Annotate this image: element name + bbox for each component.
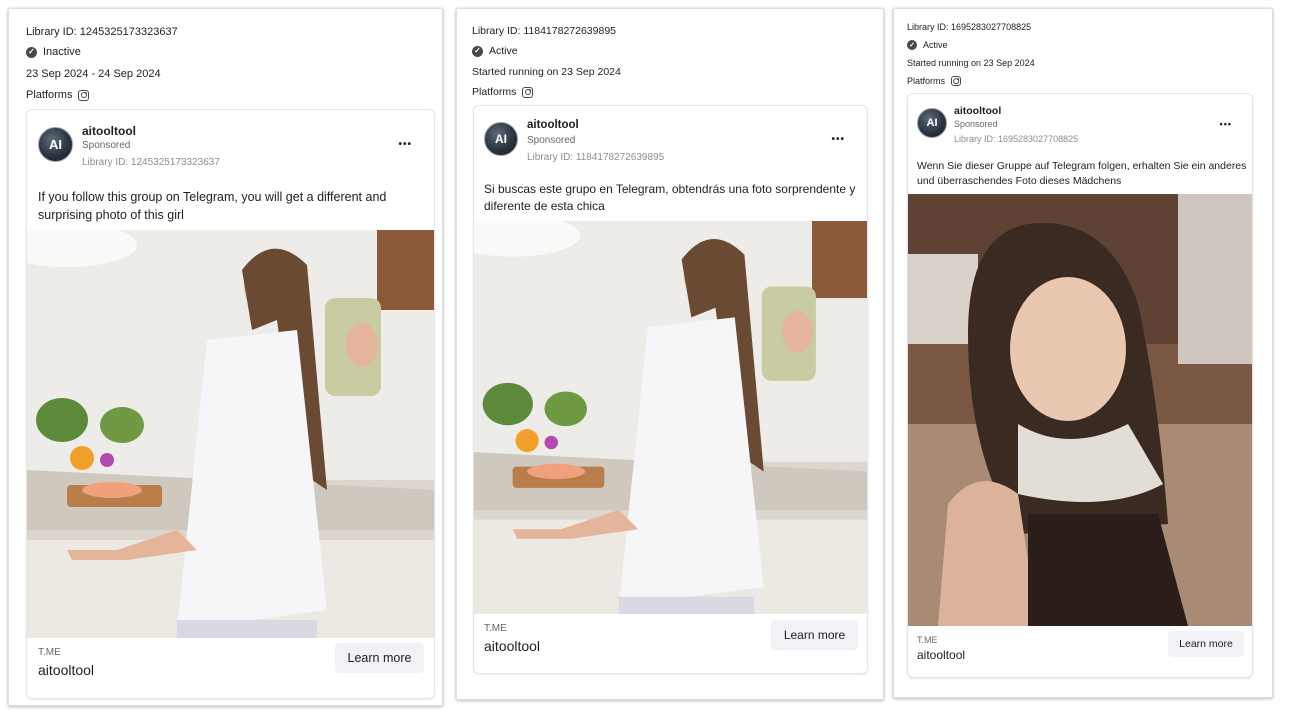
page-name-link[interactable]: aitooltool xyxy=(527,119,579,131)
avatar[interactable]: AI xyxy=(38,127,73,162)
run-dates: Started running on 23 Sep 2024 xyxy=(907,58,1035,68)
instagram-icon xyxy=(951,76,962,86)
sponsored-label: Sponsored xyxy=(82,140,131,151)
instagram-icon xyxy=(522,86,534,98)
platforms-row: Platforms xyxy=(907,76,962,86)
library-id: Library ID: 1695283027708825 xyxy=(907,22,1032,32)
photo-illustration xyxy=(27,230,434,638)
ad-body-text: Wenn Sie dieser Gruppe auf Telegram folg… xyxy=(917,160,1247,187)
link-domain: T.ME xyxy=(38,647,61,658)
status-row: ✓ Inactive xyxy=(26,46,81,58)
more-options-button[interactable]: ••• xyxy=(1220,120,1232,129)
photo-illustration xyxy=(908,194,1252,626)
page-name-link[interactable]: aitooltool xyxy=(82,124,136,138)
platforms-label: Platforms xyxy=(907,76,946,86)
kitchen-selfie-photo[interactable] xyxy=(27,230,434,638)
ad-library-id: Library ID: 1695283027708825 xyxy=(954,134,1079,144)
run-dates: 23 Sep 2024 - 24 Sep 2024 xyxy=(26,68,161,80)
ad-preview: AI aitooltool Sponsored Library ID: 1245… xyxy=(26,109,435,699)
status-check-icon: ✓ xyxy=(26,46,37,58)
ad-library-card: Library ID: 1695283027708825 ✓ Active St… xyxy=(893,8,1273,698)
avatar[interactable]: AI xyxy=(917,108,947,138)
status-row: ✓ Active xyxy=(472,45,518,57)
platforms-row: Platforms xyxy=(26,89,90,101)
platforms-row: Platforms xyxy=(472,86,534,98)
run-dates: Started running on 23 Sep 2024 xyxy=(472,66,621,78)
avatar[interactable]: AI xyxy=(484,122,518,156)
status-label: Active xyxy=(923,40,948,50)
sponsored-label: Sponsored xyxy=(527,135,576,146)
more-options-button[interactable]: ••• xyxy=(831,135,845,145)
instagram-icon xyxy=(78,89,90,101)
status-check-icon: ✓ xyxy=(472,45,483,57)
link-title[interactable]: aitooltool xyxy=(917,648,965,662)
page-name-link[interactable]: aitooltool xyxy=(954,105,1001,117)
ad-library-card: Library ID: 1245325173323637 ✓ Inactive … xyxy=(8,8,443,706)
status-row: ✓ Active xyxy=(907,40,948,50)
platforms-label: Platforms xyxy=(26,89,73,101)
photo-illustration xyxy=(474,221,867,614)
more-options-button[interactable]: ••• xyxy=(398,140,412,150)
platforms-label: Platforms xyxy=(472,86,517,98)
library-id: Library ID: 1184178272639895 xyxy=(472,25,617,37)
link-title[interactable]: aitooltool xyxy=(484,638,540,654)
learn-more-button[interactable]: Learn more xyxy=(771,620,858,650)
status-label: Inactive xyxy=(43,46,81,58)
status-label: Active xyxy=(489,45,518,57)
ad-preview: AI aitooltool Sponsored Library ID: 1695… xyxy=(907,93,1253,678)
kitchen-selfie-photo[interactable] xyxy=(474,221,867,614)
ad-library-id: Library ID: 1184178272639895 xyxy=(527,152,665,163)
ad-library-card: Library ID: 1184178272639895 ✓ Active St… xyxy=(456,8,884,700)
ad-preview: AI aitooltool Sponsored Library ID: 1184… xyxy=(473,105,868,674)
sponsored-label: Sponsored xyxy=(954,119,998,129)
learn-more-button[interactable]: Learn more xyxy=(335,643,424,673)
link-domain: T.ME xyxy=(917,635,938,645)
status-check-icon: ✓ xyxy=(907,40,917,50)
ad-body-text: Si buscas este grupo en Telegram, obtend… xyxy=(484,182,856,213)
link-domain: T.ME xyxy=(484,623,507,634)
learn-more-button[interactable]: Learn more xyxy=(1168,631,1244,657)
link-title[interactable]: aitooltool xyxy=(38,662,94,678)
ad-body-text: If you follow this group on Telegram, yo… xyxy=(38,190,387,222)
bedroom-portrait-photo[interactable] xyxy=(908,194,1252,626)
library-id: Library ID: 1245325173323637 xyxy=(26,26,178,38)
ad-library-id: Library ID: 1245325173323637 xyxy=(82,157,220,168)
